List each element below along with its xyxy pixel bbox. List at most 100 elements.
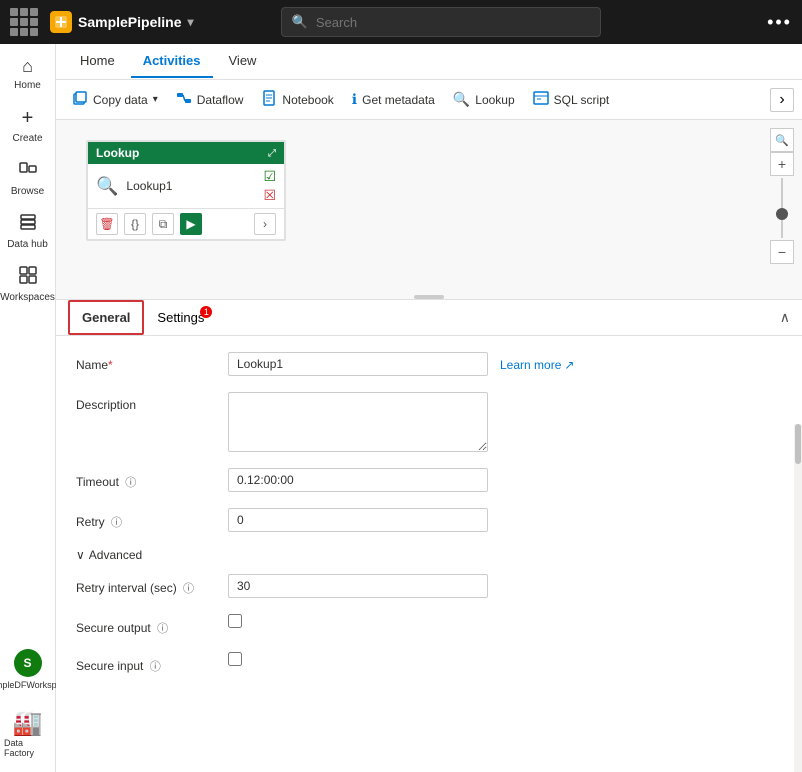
secure-input-label: Secure input ⓘ [76, 652, 216, 674]
pipeline-title: SamplePipeline ▾ [50, 11, 194, 33]
scrollbar-track[interactable] [794, 424, 802, 772]
activity-node[interactable]: Lookup ⤢ 🔍 Lookup1 ☑ ☒ 🗑 {} ⧉ ▶ › [86, 140, 286, 241]
nav-tabs: Home Activities View [56, 44, 802, 80]
toolbar-get-metadata[interactable]: ℹ Get metadata [344, 87, 443, 112]
sidebar-item-create[interactable]: + Create [0, 99, 55, 152]
secure-input-checkbox[interactable] [228, 652, 242, 666]
toolbar-more-button[interactable]: › [770, 88, 794, 112]
check-fail-icon: ☒ [263, 187, 276, 204]
toolbar: Copy data ▾ Dataflow Notebook ℹ Get meta… [56, 80, 802, 120]
settings-badge: 1 [200, 306, 212, 318]
form-row-timeout: Timeout ⓘ [76, 468, 782, 492]
data-factory-logo: 🏭 Data Factory [0, 703, 55, 764]
toolbar-lookup[interactable]: 🔍 Lookup [445, 87, 523, 112]
panel-tab-general[interactable]: General [68, 300, 144, 335]
retry-input[interactable] [228, 508, 488, 532]
datahub-icon [19, 213, 37, 236]
retry-interval-info-icon[interactable]: ⓘ [183, 583, 194, 595]
node-code-button[interactable]: {} [124, 213, 146, 235]
bottom-panel: General Settings 1 ∧ Name* Learn more ↗ [56, 300, 802, 772]
canvas-controls: 🔍 + − [770, 128, 794, 264]
panel-resize-handle[interactable] [414, 295, 444, 299]
form-row-retry: Retry ⓘ [76, 508, 782, 532]
search-icon: 🔍 [292, 14, 308, 30]
app-grid-icon[interactable] [10, 8, 38, 36]
sidebar-item-datahub[interactable]: Data hub [0, 205, 55, 258]
node-run-button[interactable]: ▶ [180, 213, 202, 235]
sidebar-item-workspaces[interactable]: Workspaces [0, 258, 55, 311]
activity-node-header: Lookup ⤢ [88, 142, 284, 164]
canvas-zoom-out-button[interactable]: − [770, 240, 794, 264]
canvas-zoom-thumb[interactable] [776, 208, 788, 220]
title-chevron[interactable]: ▾ [187, 15, 193, 29]
secure-output-checkbox[interactable] [228, 614, 242, 628]
search-input[interactable] [316, 15, 590, 30]
sidebar-item-browse[interactable]: Browse [0, 152, 55, 205]
sidebar-item-home[interactable]: ⌂ Home [0, 48, 55, 99]
workspaces-icon [19, 266, 37, 289]
description-label: Description [76, 392, 216, 412]
panel-tab-settings[interactable]: Settings 1 [144, 301, 217, 334]
panel-collapse-button[interactable]: ∧ [780, 309, 790, 326]
copy-data-dropdown-icon: ▾ [153, 94, 158, 105]
home-icon: ⌂ [22, 56, 33, 77]
advanced-toggle[interactable]: ∨ Advanced [76, 548, 782, 562]
description-textarea[interactable] [228, 392, 488, 452]
activity-checks: ☑ ☒ [263, 168, 276, 204]
tab-home[interactable]: Home [68, 45, 127, 78]
sidebar: ⌂ Home + Create Browse Data hub Workspac… [0, 44, 56, 772]
form-row-secure-output: Secure output ⓘ [76, 614, 782, 636]
form-row-name: Name* Learn more ↗ [76, 352, 782, 376]
browse-icon [19, 160, 37, 183]
sidebar-workspace[interactable]: S SampleDFWorkspace [0, 641, 55, 699]
toolbar-dataflow[interactable]: Dataflow [168, 86, 252, 113]
dataflow-icon [176, 90, 192, 109]
timeout-info-icon[interactable]: ⓘ [125, 477, 136, 489]
lookup-activity-icon: 🔍 [96, 176, 118, 197]
secure-output-info-icon[interactable]: ⓘ [157, 623, 168, 635]
tab-view[interactable]: View [217, 45, 269, 78]
learn-more-link[interactable]: Learn more ↗ [500, 352, 574, 372]
topbar: SamplePipeline ▾ 🔍 ••• [0, 0, 802, 44]
activity-node-resize-icon: ⤢ [268, 148, 276, 159]
secure-output-label: Secure output ⓘ [76, 614, 216, 636]
activity-node-footer: 🗑 {} ⧉ ▶ › [88, 208, 284, 239]
secure-input-info-icon[interactable]: ⓘ [150, 661, 161, 673]
timeout-label: Timeout ⓘ [76, 468, 216, 490]
main-content: Home Activities View Copy data ▾ Dataflo… [56, 44, 802, 772]
canvas-zoom-in-button[interactable]: + [770, 152, 794, 176]
advanced-chevron-icon: ∨ [76, 548, 85, 562]
retry-interval-label: Retry interval (sec) ⓘ [76, 574, 216, 596]
check-success-icon: ☑ [263, 168, 276, 185]
retry-label: Retry ⓘ [76, 508, 216, 530]
toolbar-notebook[interactable]: Notebook [253, 86, 341, 113]
timeout-input[interactable] [228, 468, 488, 492]
tab-activities[interactable]: Activities [131, 45, 213, 78]
node-delete-button[interactable]: 🗑 [96, 213, 118, 235]
canvas-search-button[interactable]: 🔍 [770, 128, 794, 152]
scrollbar-thumb[interactable] [795, 424, 801, 464]
form-row-secure-input: Secure input ⓘ [76, 652, 782, 674]
name-input[interactable] [228, 352, 488, 376]
name-label: Name* [76, 352, 216, 372]
get-metadata-icon: ℹ [352, 91, 357, 108]
more-options-button[interactable]: ••• [767, 12, 792, 33]
retry-interval-input[interactable] [228, 574, 488, 598]
notebook-icon [261, 90, 277, 109]
node-copy-button[interactable]: ⧉ [152, 213, 174, 235]
form-row-description: Description [76, 392, 782, 452]
activity-node-body: 🔍 Lookup1 ☑ ☒ [88, 164, 284, 208]
lookup-icon: 🔍 [453, 91, 470, 108]
retry-info-icon[interactable]: ⓘ [111, 517, 122, 529]
search-bar[interactable]: 🔍 [281, 7, 601, 37]
pipeline-icon [50, 11, 72, 33]
canvas-zoom-slider[interactable] [781, 178, 783, 238]
form-row-retry-interval: Retry interval (sec) ⓘ [76, 574, 782, 598]
node-more-button[interactable]: › [254, 213, 276, 235]
advanced-section: ∨ Advanced Retry interval (sec) ⓘ Secure… [76, 548, 782, 674]
copy-data-icon [72, 90, 88, 109]
toolbar-sql-script[interactable]: SQL script [525, 86, 618, 113]
canvas[interactable]: 🔍 + − Lookup ⤢ 🔍 Lookup1 ☑ ☒ 🗑 [56, 120, 802, 300]
toolbar-copy-data[interactable]: Copy data ▾ [64, 86, 166, 113]
learn-more-icon: ↗ [564, 358, 574, 372]
